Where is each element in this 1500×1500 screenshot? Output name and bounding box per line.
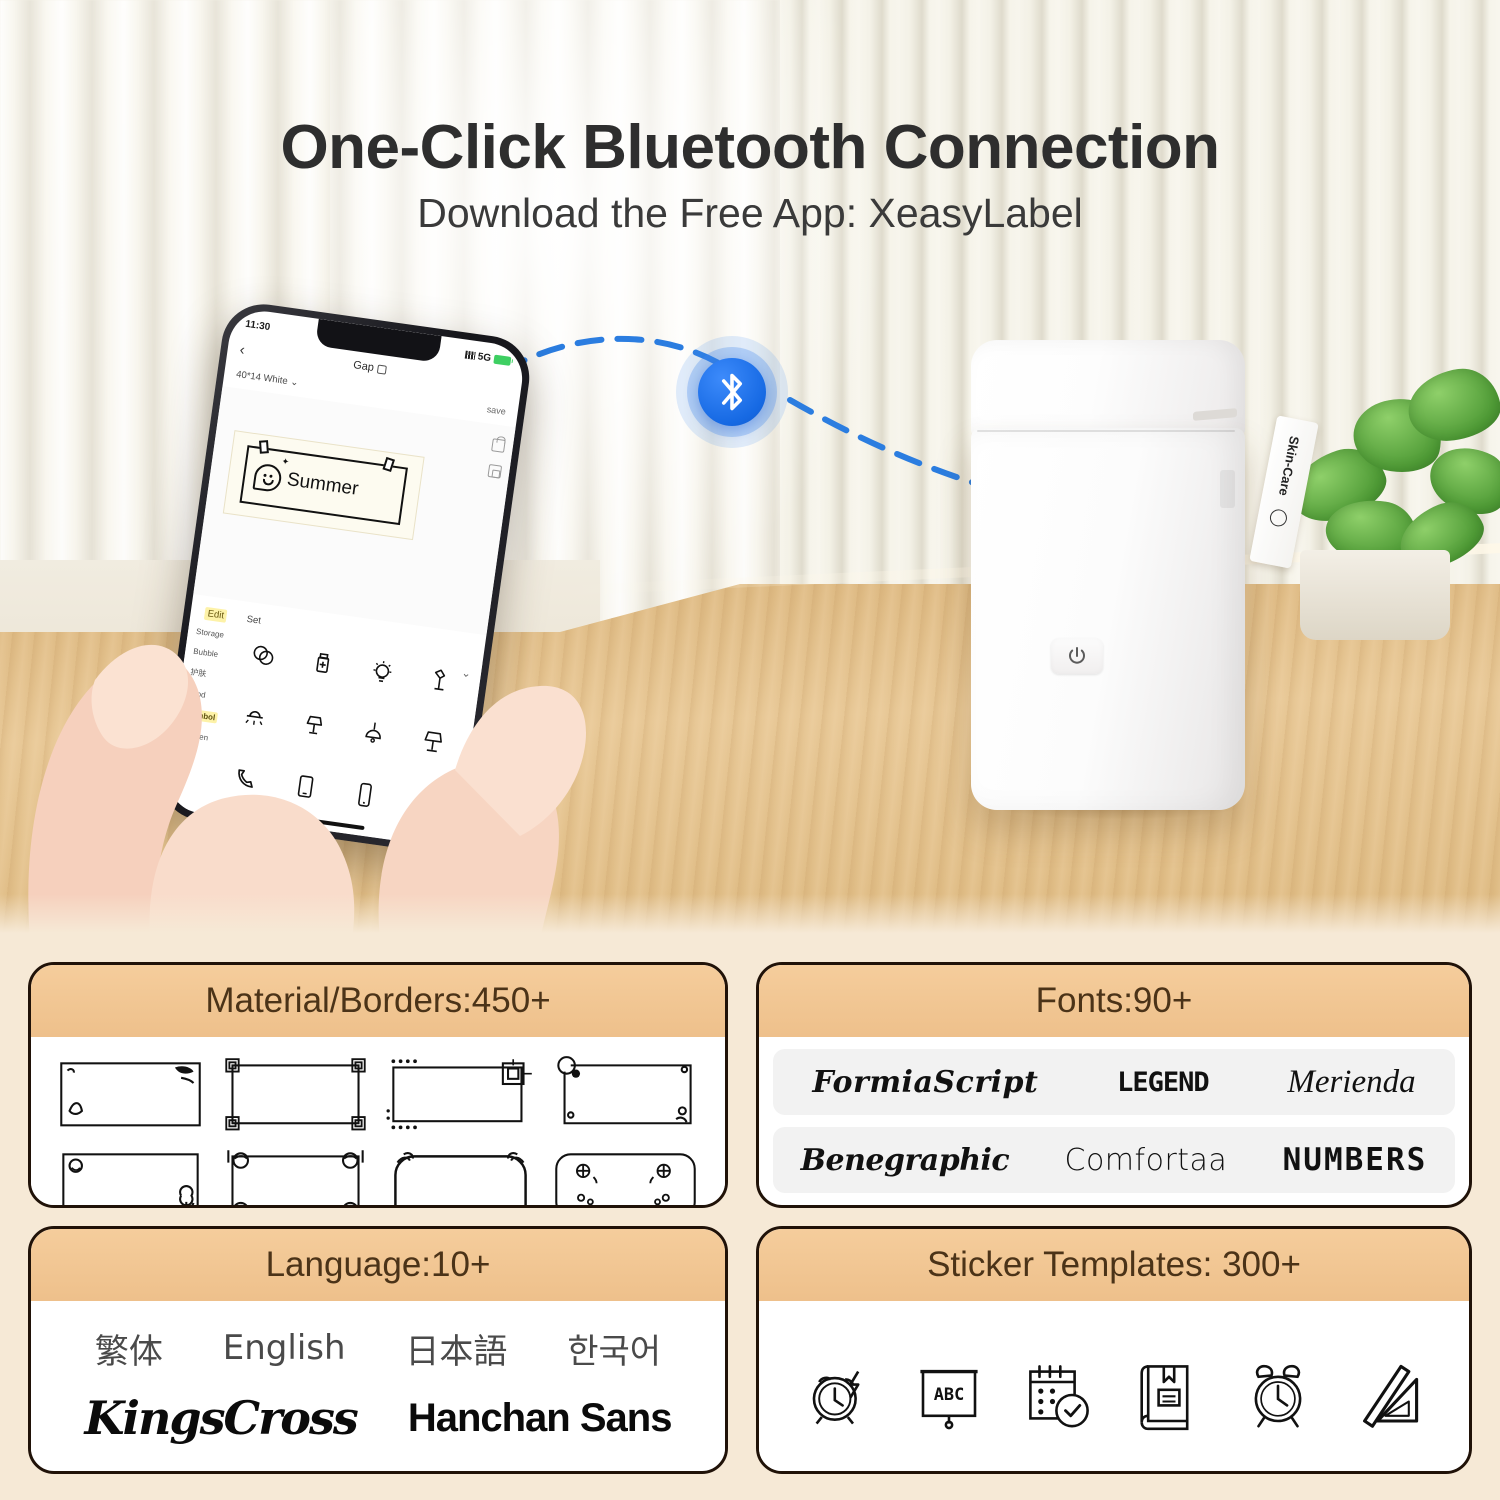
border-dots-circle-icon [557,1056,692,1125]
card-sticker-templates: Sticker Templates: 300+ ABC [756,1226,1472,1474]
border-flower-corner-icon [62,1152,199,1205]
language-korean[interactable]: 한국어 [567,1324,661,1373]
label-frame: ✦ Summer [239,440,408,526]
label-printer-device [963,340,1253,820]
canvas-tools [487,438,506,479]
ruler-triangle-icon[interactable] [1349,1356,1427,1434]
border-sample[interactable] [548,1144,703,1205]
abc-whiteboard-icon[interactable]: ABC [910,1356,988,1434]
clip-right-icon [382,456,396,473]
border-sample[interactable] [53,1144,208,1205]
font-sample-merienda[interactable]: Merienda [1287,1064,1415,1101]
printer-side-notch [1220,470,1235,508]
clip-left-icon [259,440,269,454]
image-icon[interactable] [487,463,503,479]
bluetooth-badge [676,336,788,448]
printer-seam [977,430,1235,432]
border-sample[interactable] [383,1144,538,1205]
border-sample[interactable] [218,1053,373,1136]
card-fonts: Fonts:90+ FormiaScript LEGEND Merienda B… [756,962,1472,1208]
card-title: Material/Borders:450+ [205,981,551,1020]
card-title: Fonts:90+ [1035,981,1193,1020]
border-vine-arch-icon [394,1151,527,1205]
border-dotted-tag-icon [386,1059,532,1130]
status-network: 5G [477,350,492,364]
card-title: Language:10+ [265,1245,491,1284]
card-material-borders: Material/Borders:450+ [28,962,728,1208]
font-sample-hanchan-sans[interactable]: Hanchan Sans [408,1396,673,1441]
font-sample-comfortaa[interactable]: Comfortaa [1065,1143,1228,1178]
card-header: Fonts:90+ [759,965,1469,1037]
chevron-down-icon: ⌄ [289,376,300,389]
rotate-icon[interactable] [377,364,388,375]
tape-label-text: Skin-Care [1275,434,1303,498]
border-leaf-corner-icon [60,1062,201,1127]
sparkle-icon: ✦ [280,456,290,468]
ringing-alarm-clock-icon[interactable] [801,1356,879,1434]
card-header: Material/Borders:450+ [31,965,725,1037]
book-icon[interactable] [1130,1356,1208,1434]
label-text: Summer [285,469,360,500]
svg-text:ABC: ABC [934,1384,965,1404]
sticker-icon-row: ABC [759,1301,1469,1471]
bluetooth-icon [698,358,766,426]
hero-section: One-Click Bluetooth Connection Download … [0,0,1500,940]
font-sample-numbers[interactable]: NUMBERS [1283,1142,1428,1178]
card-body [31,1037,725,1205]
border-ornate-corner-icon [225,1058,366,1131]
lock-icon[interactable] [491,438,506,453]
battery-icon [493,354,512,366]
back-chevron-icon[interactable]: ‹ [239,341,246,359]
hero-bottom-fade [0,894,1500,940]
plant-pot [1300,550,1450,640]
smiley-face-icon [1268,507,1289,528]
label-size-selector[interactable]: 40*14 White ⌄ [236,368,300,388]
potted-plant [1280,360,1500,640]
status-time: 11:30 [244,318,271,333]
border-samples-grid [31,1037,725,1205]
bluetooth-glyph-icon [721,373,743,411]
language-english[interactable]: English [223,1328,346,1368]
font-row: FormiaScript LEGEND Merienda [773,1049,1455,1115]
label-preview[interactable]: ✦ Summer [222,430,425,541]
font-row: Benegraphic Comfortaa NUMBERS [773,1127,1455,1193]
border-sample[interactable] [53,1053,208,1136]
card-body: FormiaScript LEGEND Merienda Benegraphic… [759,1049,1469,1193]
border-sample[interactable] [218,1144,373,1205]
border-acorn-corner-icon [227,1149,364,1205]
card-body: ABC [759,1301,1469,1471]
card-header: Language:10+ [31,1229,725,1301]
signal-bars-icon [464,350,476,360]
page-title: One-Click Bluetooth Connection [280,113,1220,182]
page-subtitle: Download the Free App: XeasyLabel [417,190,1083,236]
card-language: Language:10+ 繁体 English 日本語 한국어 KingsCro… [28,1226,728,1474]
font-sample-kingscross[interactable]: KingsCross [85,1391,359,1445]
border-sample[interactable] [383,1053,538,1136]
save-button[interactable]: save [486,404,506,417]
font-sample-legend[interactable]: LEGEND [1117,1067,1210,1098]
card-header: Sticker Templates: 300+ [759,1229,1469,1301]
feature-cards: Material/Borders:450+ Fonts:90+ FormiaSc… [0,940,1500,1500]
card-body: 繁体 English 日本語 한국어 KingsCross Hanchan Sa… [31,1301,725,1455]
alarm-clock-icon[interactable] [1239,1356,1317,1434]
border-sample[interactable] [548,1053,703,1136]
card-title: Sticker Templates: 300+ [927,1245,1301,1284]
printer-body [971,428,1245,810]
power-button[interactable] [1051,638,1103,674]
border-confetti-rounded-icon [555,1152,696,1205]
hands-holding-phone [28,644,587,940]
font-sample-benegraphic[interactable]: Benegraphic [801,1143,1010,1178]
label-size-value: 40*14 White [235,368,289,387]
language-font-samples: KingsCross Hanchan Sans [31,1377,725,1455]
language-traditional-chinese[interactable]: 繁体 [95,1324,163,1373]
printer-lid [971,340,1245,436]
power-button-icon [1069,647,1085,664]
calendar-clock-icon[interactable] [1020,1356,1098,1434]
smiley-face-icon [252,462,284,493]
font-sample-formiascript[interactable]: FormiaScript [812,1065,1038,1100]
language-japanese[interactable]: 日本語 [405,1324,507,1373]
language-list: 繁体 English 日本語 한국어 [31,1301,725,1377]
app-title: Gap [352,359,375,374]
